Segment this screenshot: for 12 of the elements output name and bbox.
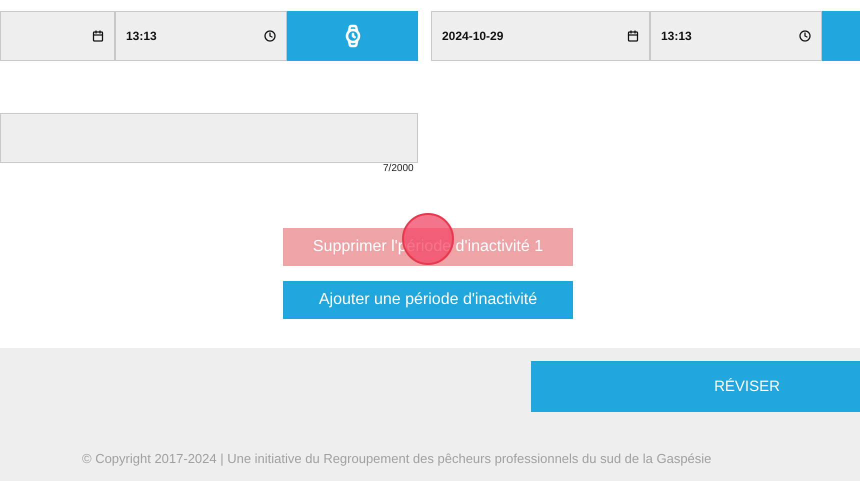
clock-icon (799, 30, 811, 42)
time-field[interactable]: 13:13 (650, 11, 822, 61)
clock-icon (264, 30, 276, 42)
comment-field[interactable] (0, 113, 418, 163)
copyright-text: © Copyright 2017-2024 | Une initiative du Regroupement des pêcheurs professionnels du sud de la Gaspésie (82, 451, 712, 466)
date-field[interactable]: 2024-10-29 (431, 11, 650, 61)
calendar-icon (92, 30, 104, 42)
time-field[interactable]: 13:13 (115, 11, 287, 61)
now-button[interactable] (287, 11, 418, 61)
calendar-icon (627, 30, 639, 42)
date-field[interactable] (0, 11, 115, 61)
character-counter: 7/2000 (383, 163, 414, 174)
